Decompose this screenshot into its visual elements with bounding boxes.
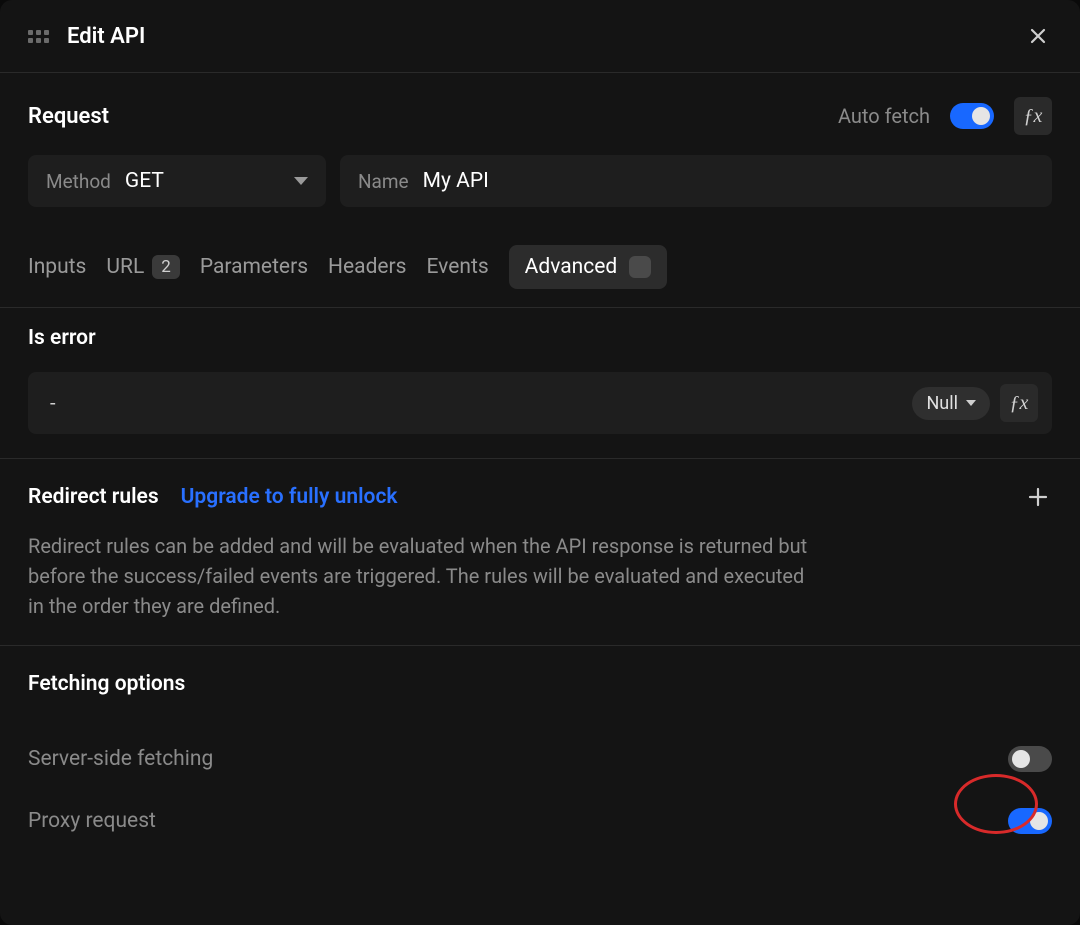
method-select[interactable]: Method GET [28, 155, 326, 207]
server-side-fetching-label: Server-side fetching [28, 747, 213, 771]
tab-advanced[interactable]: Advanced [509, 245, 668, 289]
tab-url[interactable]: URL 2 [106, 245, 179, 289]
chevron-down-icon [294, 177, 308, 185]
upgrade-link[interactable]: Upgrade to fully unlock [181, 485, 398, 509]
add-rule-button[interactable] [1024, 483, 1052, 511]
name-label: Name [358, 170, 409, 193]
tab-parameters[interactable]: Parameters [200, 245, 308, 289]
fx-button[interactable]: ƒx [1014, 97, 1052, 135]
advanced-badge [629, 256, 651, 278]
close-button[interactable] [1024, 22, 1052, 50]
name-value: My API [423, 169, 489, 193]
fetching-options-title: Fetching options [28, 672, 1052, 696]
fx-button[interactable]: ƒx [1000, 384, 1038, 422]
name-input[interactable]: Name My API [340, 155, 1052, 207]
redirect-rules-title: Redirect rules [28, 485, 159, 509]
server-side-fetching-toggle[interactable] [1008, 746, 1052, 772]
request-section-title: Request [28, 104, 109, 129]
chevron-down-icon [966, 400, 976, 406]
url-badge: 2 [152, 255, 180, 279]
redirect-description: Redirect rules can be added and will be … [28, 531, 808, 621]
auto-fetch-label: Auto fetch [838, 104, 930, 128]
proxy-request-label: Proxy request [28, 809, 156, 833]
method-label: Method [46, 170, 111, 193]
is-error-value: - [50, 391, 902, 415]
tab-headers[interactable]: Headers [328, 245, 406, 289]
tab-inputs[interactable]: Inputs [28, 245, 86, 289]
type-dropdown[interactable]: Null [912, 387, 990, 420]
tab-events[interactable]: Events [427, 245, 489, 289]
drag-handle-icon[interactable] [28, 30, 49, 43]
is-error-label: Is error [28, 326, 1052, 350]
method-value: GET [125, 169, 280, 193]
is-error-input[interactable]: - Null ƒx [28, 372, 1052, 434]
panel-title: Edit API [67, 24, 1006, 49]
auto-fetch-toggle[interactable] [950, 103, 994, 129]
proxy-request-toggle[interactable] [1008, 808, 1052, 834]
